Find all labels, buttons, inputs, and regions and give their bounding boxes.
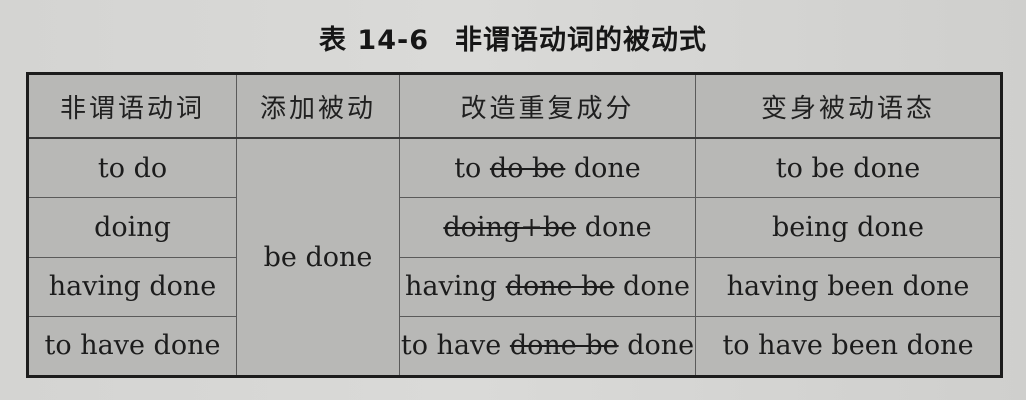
cell-add-passive-merged: be done: [236, 137, 400, 378]
header-modify-repeated: 改造重复成分: [399, 73, 696, 140]
cell-passive-result: being done: [695, 197, 1002, 258]
transform-struck-text: do be: [489, 152, 566, 184]
passive-forms-table: 非谓语动词 添加被动 改造重复成分 变身被动语态 to do be done t…: [26, 72, 1003, 378]
cell-transform: to have done be done: [399, 315, 696, 378]
header-row: 非谓语动词 添加被动 改造重复成分 变身被动语态: [27, 73, 1002, 140]
table-row: having done having done be done having b…: [27, 256, 1002, 317]
cell-nonfinite: doing: [27, 197, 237, 258]
transform-kept-suffix: done: [618, 330, 695, 362]
transform-kept-prefix: to: [454, 152, 490, 184]
transform-struck-text: done be: [505, 271, 615, 303]
cell-passive-result: having been done: [695, 256, 1002, 317]
header-add-passive: 添加被动: [236, 73, 400, 140]
transform-struck-text: doing+be: [443, 211, 577, 243]
transform-struck-text: done be: [509, 330, 619, 362]
transform-kept-prefix: to have: [400, 330, 510, 362]
table-row: to do be done to do be done to be done: [27, 137, 1002, 378]
table-caption: 表 14-6 非谓语动词的被动式: [0, 18, 1026, 57]
header-nonfinite-verb: 非谓语动词: [27, 73, 237, 140]
table-row: to have done to have done be done to hav…: [27, 315, 1002, 378]
cell-nonfinite: to do: [27, 137, 237, 199]
cell-transform: to do be done: [399, 137, 696, 199]
cell-transform: doing+be done: [399, 197, 696, 258]
table-row: doing doing+be done being done: [27, 197, 1002, 258]
cell-transform: having done be done: [399, 256, 696, 317]
cell-passive-result: to have been done: [695, 315, 1002, 378]
cell-nonfinite: having done: [27, 256, 237, 317]
transform-kept-suffix: done: [565, 152, 641, 184]
cell-nonfinite: to have done: [27, 315, 237, 378]
table-title: 非谓语动词的被动式: [454, 25, 707, 56]
table-number: 表 14-6: [319, 25, 429, 56]
header-passive-voice: 变身被动语态: [695, 73, 1002, 140]
transform-kept-suffix: done: [576, 211, 652, 243]
transform-kept-suffix: done: [614, 271, 690, 303]
cell-passive-result: to be done: [695, 137, 1002, 199]
transform-kept-prefix: having: [405, 271, 506, 303]
